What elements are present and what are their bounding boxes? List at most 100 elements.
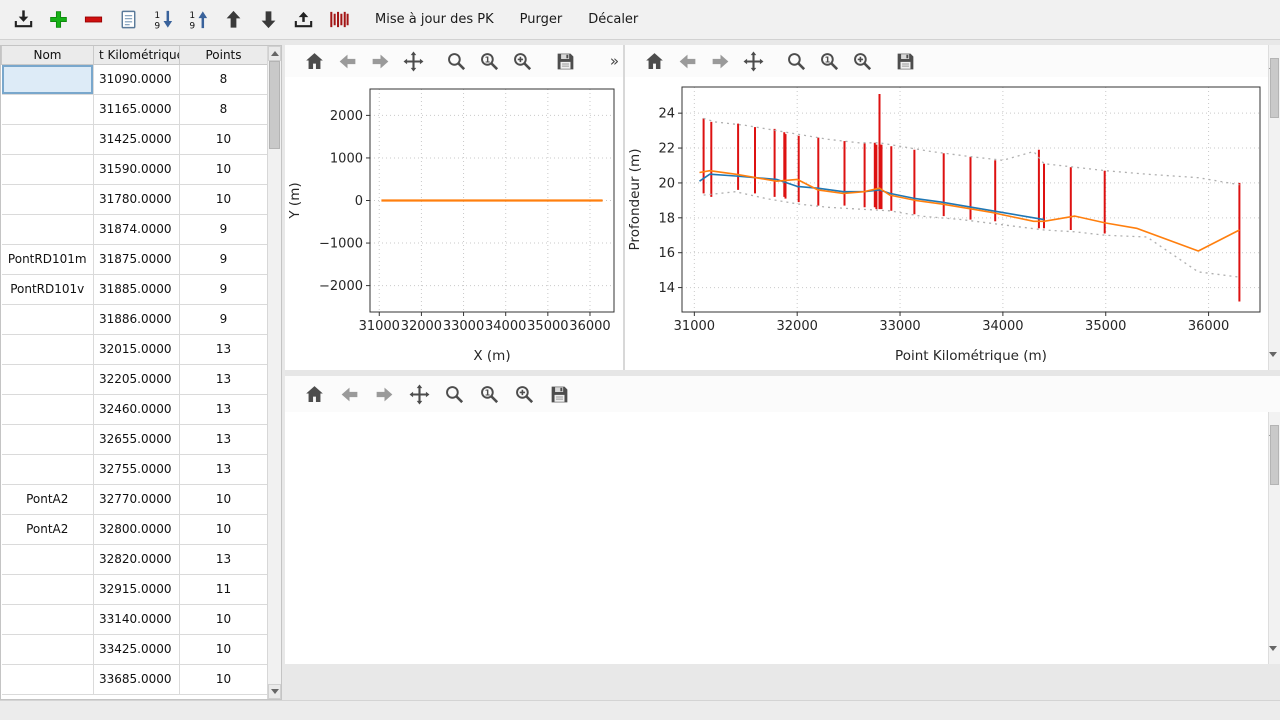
pan-button[interactable] bbox=[398, 46, 428, 76]
points-cell[interactable]: 9 bbox=[180, 214, 268, 244]
scroll-down-button[interactable] bbox=[268, 684, 281, 699]
nom-cell[interactable] bbox=[2, 94, 94, 124]
pk-cell[interactable]: 32820.0000 bbox=[94, 544, 180, 574]
pk-cell[interactable]: 31165.0000 bbox=[94, 94, 180, 124]
action-button-2[interactable]: Décaler bbox=[577, 6, 649, 33]
nom-cell[interactable] bbox=[2, 64, 94, 94]
points-cell[interactable]: 9 bbox=[180, 304, 268, 334]
nom-cell[interactable] bbox=[2, 334, 94, 364]
pk-cell[interactable]: 31886.0000 bbox=[94, 304, 180, 334]
import-button[interactable] bbox=[8, 5, 38, 35]
zoom-button[interactable] bbox=[441, 46, 471, 76]
move-up-button[interactable] bbox=[218, 5, 248, 35]
zoom-one-button[interactable] bbox=[474, 46, 504, 76]
scrollbar-thumb[interactable] bbox=[269, 61, 280, 149]
forward-button[interactable] bbox=[705, 46, 735, 76]
points-cell[interactable]: 10 bbox=[180, 154, 268, 184]
points-cell[interactable]: 11 bbox=[180, 574, 268, 604]
nom-cell[interactable]: PontA2 bbox=[2, 514, 94, 544]
points-cell[interactable]: 13 bbox=[180, 424, 268, 454]
scroll-down-button[interactable] bbox=[1269, 357, 1280, 370]
nom-cell[interactable] bbox=[2, 184, 94, 214]
scrollbar-track[interactable] bbox=[268, 61, 281, 684]
pk-cell[interactable]: 31090.0000 bbox=[94, 64, 180, 94]
zoom-one-button[interactable] bbox=[474, 379, 504, 409]
save-button[interactable] bbox=[544, 379, 574, 409]
nom-cell[interactable]: PontA2 bbox=[2, 484, 94, 514]
nom-cell[interactable] bbox=[2, 154, 94, 184]
points-cell[interactable]: 13 bbox=[180, 334, 268, 364]
scroll-up-button[interactable] bbox=[1269, 45, 1280, 58]
pk-cell[interactable]: 31590.0000 bbox=[94, 154, 180, 184]
zoom-button[interactable] bbox=[439, 379, 469, 409]
nom-cell[interactable] bbox=[2, 544, 94, 574]
nom-cell[interactable] bbox=[2, 634, 94, 664]
points-cell[interactable]: 13 bbox=[180, 364, 268, 394]
scrollbar-thumb[interactable] bbox=[1270, 425, 1279, 485]
toolbar-overflow-button[interactable]: » bbox=[610, 52, 619, 70]
nom-cell[interactable] bbox=[2, 454, 94, 484]
nom-cell[interactable]: PontRD101v bbox=[2, 274, 94, 304]
forward-button[interactable] bbox=[365, 46, 395, 76]
pk-cell[interactable]: 32915.0000 bbox=[94, 574, 180, 604]
pk-cell[interactable]: 31875.0000 bbox=[94, 244, 180, 274]
pk-cell[interactable]: 32460.0000 bbox=[94, 394, 180, 424]
column-header-pk[interactable]: t Kilométrique bbox=[94, 46, 180, 64]
zoom-button[interactable] bbox=[781, 46, 811, 76]
nom-cell[interactable] bbox=[2, 364, 94, 394]
column-header-points[interactable]: Points bbox=[180, 46, 268, 64]
save-button[interactable] bbox=[550, 46, 580, 76]
forward-button[interactable] bbox=[369, 379, 399, 409]
pk-cell[interactable]: 32205.0000 bbox=[94, 364, 180, 394]
move-down-button[interactable] bbox=[253, 5, 283, 35]
pk-cell[interactable]: 31874.0000 bbox=[94, 214, 180, 244]
points-cell[interactable]: 13 bbox=[180, 544, 268, 574]
pan-button[interactable] bbox=[738, 46, 768, 76]
barcode-button[interactable] bbox=[323, 5, 353, 35]
points-cell[interactable]: 10 bbox=[180, 124, 268, 154]
pan-button[interactable] bbox=[404, 379, 434, 409]
zoom-plus-button[interactable] bbox=[509, 379, 539, 409]
zoom-plus-button[interactable] bbox=[507, 46, 537, 76]
scroll-up-button[interactable] bbox=[1269, 412, 1280, 425]
pk-cell[interactable]: 33425.0000 bbox=[94, 634, 180, 664]
nom-cell[interactable] bbox=[2, 424, 94, 454]
pk-cell[interactable]: 31885.0000 bbox=[94, 274, 180, 304]
nom-cell[interactable] bbox=[2, 124, 94, 154]
xy-plot-canvas[interactable]: 310003200033000340003500036000−2000−1000… bbox=[285, 77, 623, 370]
points-cell[interactable]: 10 bbox=[180, 184, 268, 214]
column-header-nom[interactable]: Nom bbox=[2, 46, 94, 64]
pk-cell[interactable]: 32755.0000 bbox=[94, 454, 180, 484]
home-button[interactable] bbox=[299, 379, 329, 409]
nom-cell[interactable] bbox=[2, 604, 94, 634]
pk-cell[interactable]: 31425.0000 bbox=[94, 124, 180, 154]
action-button-0[interactable]: Mise à jour des PK bbox=[364, 6, 505, 33]
zoom-plus-button[interactable] bbox=[847, 46, 877, 76]
pk-cell[interactable]: 32655.0000 bbox=[94, 424, 180, 454]
points-cell[interactable]: 13 bbox=[180, 394, 268, 424]
sort-asc-button[interactable] bbox=[183, 5, 213, 35]
profile-plot-canvas[interactable]: 3100032000330003400035000360001416182022… bbox=[625, 77, 1268, 370]
points-cell[interactable]: 10 bbox=[180, 664, 268, 694]
nom-cell[interactable] bbox=[2, 394, 94, 424]
home-button[interactable] bbox=[639, 46, 669, 76]
scroll-up-button[interactable] bbox=[268, 46, 281, 61]
back-button[interactable] bbox=[332, 46, 362, 76]
pk-cell[interactable]: 32015.0000 bbox=[94, 334, 180, 364]
pk-cell[interactable]: 33685.0000 bbox=[94, 664, 180, 694]
points-cell[interactable]: 9 bbox=[180, 274, 268, 304]
plots-scrollbar[interactable] bbox=[1268, 45, 1280, 370]
pk-cell[interactable]: 31780.0000 bbox=[94, 184, 180, 214]
add-button[interactable] bbox=[43, 5, 73, 35]
document-button[interactable] bbox=[113, 5, 143, 35]
back-button[interactable] bbox=[672, 46, 702, 76]
pk-cell[interactable]: 33140.0000 bbox=[94, 604, 180, 634]
scroll-down-button[interactable] bbox=[1269, 651, 1280, 664]
bottom-area-scrollbar[interactable] bbox=[1268, 412, 1280, 664]
points-cell[interactable]: 8 bbox=[180, 64, 268, 94]
action-button-1[interactable]: Purger bbox=[509, 6, 574, 33]
nom-cell[interactable]: PontRD101m bbox=[2, 244, 94, 274]
points-cell[interactable]: 8 bbox=[180, 94, 268, 124]
nom-cell[interactable] bbox=[2, 664, 94, 694]
pk-cell[interactable]: 32800.0000 bbox=[94, 514, 180, 544]
